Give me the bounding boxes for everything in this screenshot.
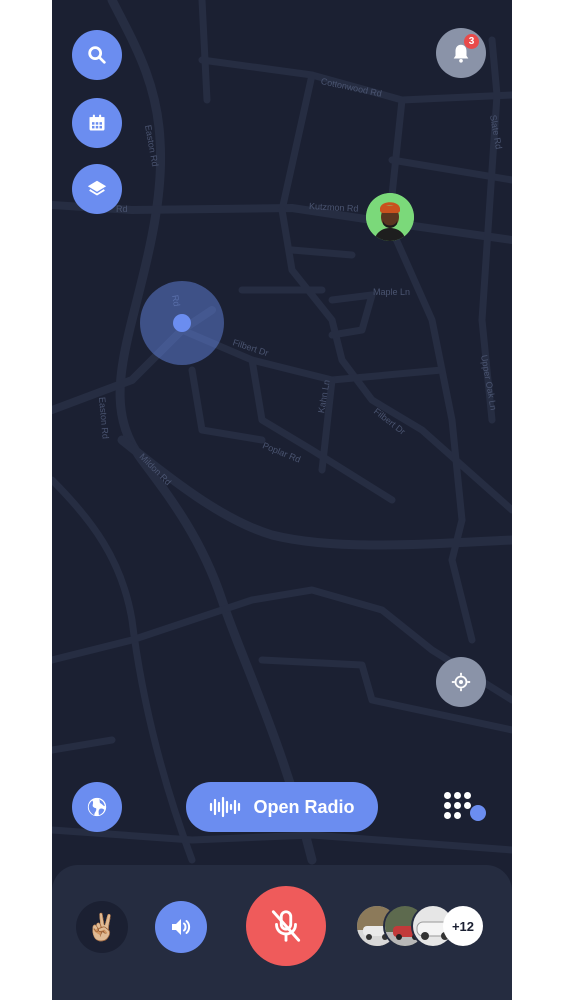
street-label: Maple Ln (373, 287, 411, 297)
street-label: Rd (116, 204, 128, 214)
open-radio-button[interactable]: Open Radio (186, 782, 378, 832)
crosshair-icon (451, 672, 471, 692)
more-participants-count: +12 (443, 906, 483, 946)
grid-dot (464, 792, 471, 799)
current-location-marker (140, 281, 224, 365)
layers-button[interactable] (72, 164, 122, 214)
peace-hand-icon: ✌🏼 (85, 911, 119, 942)
notifications-button[interactable]: 3 (436, 28, 486, 78)
grid-dot (444, 792, 451, 799)
globe-icon (87, 797, 107, 817)
mute-mic-button[interactable] (246, 886, 326, 966)
street-map[interactable] (52, 0, 512, 1000)
notification-badge: 3 (464, 34, 479, 49)
layers-icon (87, 180, 107, 196)
user-avatar-pin[interactable] (366, 193, 414, 241)
mic-off-icon (271, 910, 301, 942)
locate-me-button[interactable] (436, 657, 486, 707)
search-button[interactable] (72, 30, 122, 80)
grid-dot-active (470, 805, 486, 821)
grid-dot (444, 812, 451, 819)
grid-dot (454, 802, 461, 809)
grid-dot (454, 812, 461, 819)
speaker-icon (172, 919, 191, 935)
reaction-button[interactable]: ✌🏼 (76, 901, 128, 953)
grid-dot (464, 802, 471, 809)
participants-group[interactable]: +12 (355, 904, 485, 948)
globe-button[interactable] (72, 782, 122, 832)
calendar-icon (89, 114, 105, 131)
map-screen: Cottonwood Rd Slate Rd Easton Rd Kutzmon… (52, 0, 512, 1000)
location-dot (173, 314, 191, 332)
avatar (366, 193, 414, 241)
search-icon (88, 46, 106, 64)
keypad-menu-button[interactable] (444, 792, 486, 826)
calendar-button[interactable] (72, 98, 122, 148)
open-radio-label: Open Radio (253, 796, 355, 817)
grid-dot (444, 802, 451, 809)
bottom-control-bar: ✌🏼 +12 (52, 865, 512, 1000)
grid-dot (454, 792, 461, 799)
audio-wave-icon (210, 796, 241, 818)
speaker-button[interactable] (155, 901, 207, 953)
